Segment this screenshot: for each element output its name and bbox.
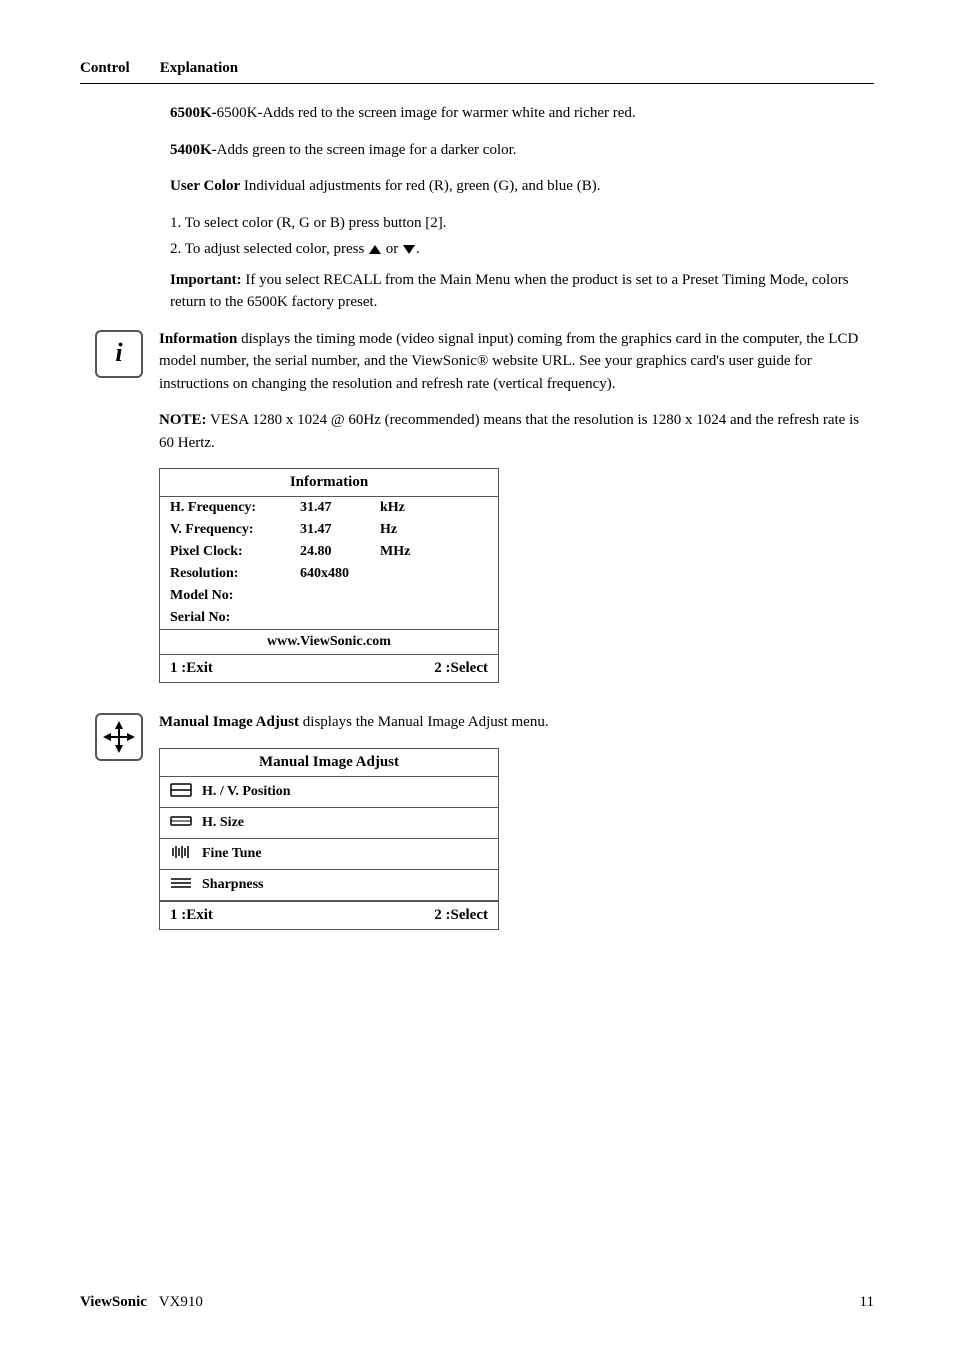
para-information: Information displays the timing mode (vi… xyxy=(159,328,874,396)
arrows-icon-box xyxy=(95,713,143,761)
footer-model: VX910 xyxy=(159,1294,203,1310)
text-information: displays the timing mode (video signal i… xyxy=(159,331,858,392)
four-arrows-icon xyxy=(101,719,137,755)
pixel-clock-label: Pixel Clock: xyxy=(160,541,290,563)
manual-image-adjust-section: Manual Image Adjust displays the Manual … xyxy=(95,711,874,944)
term-user-color: User Color xyxy=(170,178,240,194)
page-footer: ViewSonic VX910 11 xyxy=(80,1294,874,1311)
info-icon-box: i xyxy=(95,330,143,378)
footer-brand: ViewSonic xyxy=(80,1294,147,1310)
v-freq-value: 31.47 xyxy=(290,519,370,541)
list-item: Sharpness xyxy=(160,870,498,901)
svg-text:i: i xyxy=(115,338,123,365)
text-6500k: 6500K-Adds red to the screen image for w… xyxy=(217,105,636,121)
v-freq-unit: Hz xyxy=(370,519,498,541)
step-2: 2. To adjust selected color, press or . xyxy=(170,238,874,261)
para-user-color: User Color Individual adjustments for re… xyxy=(170,175,874,198)
step-2-or: or xyxy=(386,241,399,257)
table-header: Control Explanation xyxy=(80,60,874,84)
term-5400k: 5400K- xyxy=(170,142,217,158)
para-6500k: 6500K-6500K-Adds red to the screen image… xyxy=(170,102,874,125)
text-user-color: Individual adjustments for red (R), gree… xyxy=(240,178,600,194)
term-note: NOTE: xyxy=(159,412,207,428)
h-freq-label: H. Frequency: xyxy=(160,497,290,519)
table-row: V. Frequency: 31.47 Hz xyxy=(160,519,498,541)
sharpness-icon xyxy=(170,875,192,895)
text-note: VESA 1280 x 1024 @ 60Hz (recommended) me… xyxy=(159,412,859,451)
hv-position-label: H. / V. Position xyxy=(202,784,291,800)
fine-tune-label: Fine Tune xyxy=(202,846,262,862)
h-freq-unit: kHz xyxy=(370,497,498,519)
model-no-unit xyxy=(370,585,498,607)
manual-exit-row: 1 :Exit 2 :Select xyxy=(160,901,498,929)
pixel-clock-value: 24.80 xyxy=(290,541,370,563)
website-cell: www.ViewSonic.com xyxy=(160,630,498,655)
term-6500k: 6500K- xyxy=(170,105,217,121)
info-exit-row: 1 :Exit 2 :Select xyxy=(160,654,498,682)
para-note: NOTE: VESA 1280 x 1024 @ 60Hz (recommend… xyxy=(159,409,874,454)
list-item: H. / V. Position xyxy=(160,777,498,808)
serial-no-unit xyxy=(370,607,498,630)
info-table-title: Information xyxy=(160,469,498,497)
h-freq-value: 31.47 xyxy=(290,497,370,519)
manual-table-title: Manual Image Adjust xyxy=(160,749,498,777)
manual-exit-label: 1 :Exit xyxy=(160,902,329,929)
h-size-icon xyxy=(170,813,192,833)
info-icon: i xyxy=(109,337,129,371)
footer-brand-model: ViewSonic VX910 xyxy=(80,1294,203,1311)
model-no-value xyxy=(290,585,370,607)
website-row: www.ViewSonic.com xyxy=(160,630,498,655)
content-area: 6500K-6500K-Adds red to the screen image… xyxy=(80,102,874,944)
list-item: H. Size xyxy=(160,808,498,839)
info-select-label: 2 :Select xyxy=(329,655,498,682)
manual-select-label: 2 :Select xyxy=(329,902,498,929)
table-row: Serial No: xyxy=(160,607,498,630)
manual-content: Manual Image Adjust displays the Manual … xyxy=(159,711,874,944)
resolution-value: 640x480 xyxy=(290,563,370,585)
term-important: Important: xyxy=(170,272,242,288)
para-manual: Manual Image Adjust displays the Manual … xyxy=(159,711,874,734)
information-table: Information H. Frequency: 31.47 kHz V. F… xyxy=(159,468,499,683)
table-row: Model No: xyxy=(160,585,498,607)
info-exit-label: 1 :Exit xyxy=(160,655,329,682)
control-column-header: Control xyxy=(80,60,130,77)
text-5400k: Adds green to the screen image for a dar… xyxy=(217,142,517,158)
explanation-column-header: Explanation xyxy=(160,60,238,77)
serial-no-value xyxy=(290,607,370,630)
info-data-table: H. Frequency: 31.47 kHz V. Frequency: 31… xyxy=(160,497,498,654)
model-no-label: Model No: xyxy=(160,585,290,607)
manual-table: Manual Image Adjust H. / V. Position xyxy=(159,748,499,930)
term-manual: Manual Image Adjust xyxy=(159,714,299,730)
serial-no-label: Serial No: xyxy=(160,607,290,630)
information-section: i Information displays the timing mode (… xyxy=(95,328,874,698)
step-1: 1. To select color (R, G or B) press but… xyxy=(170,212,874,235)
triangle-down-icon xyxy=(403,245,415,254)
para-5400k: 5400K-Adds green to the screen image for… xyxy=(170,139,874,162)
table-row: Resolution: 640x480 xyxy=(160,563,498,585)
list-item: Fine Tune xyxy=(160,839,498,870)
term-information: Information xyxy=(159,331,237,347)
sharpness-label: Sharpness xyxy=(202,877,263,893)
text-manual: displays the Manual Image Adjust menu. xyxy=(299,714,549,730)
pixel-clock-unit: MHz xyxy=(370,541,498,563)
info-content: Information displays the timing mode (vi… xyxy=(159,328,874,698)
resolution-unit xyxy=(370,563,498,585)
resolution-label: Resolution: xyxy=(160,563,290,585)
v-freq-label: V. Frequency: xyxy=(160,519,290,541)
triangle-up-icon xyxy=(369,245,381,254)
footer-page-number: 11 xyxy=(860,1294,874,1311)
hv-position-icon xyxy=(170,782,192,802)
fine-tune-icon xyxy=(170,844,192,864)
text-important: If you select RECALL from the Main Menu … xyxy=(170,272,849,311)
h-size-label: H. Size xyxy=(202,815,244,831)
table-row: H. Frequency: 31.47 kHz xyxy=(160,497,498,519)
step-2-pre: 2. To adjust selected color, press xyxy=(170,241,364,257)
table-row: Pixel Clock: 24.80 MHz xyxy=(160,541,498,563)
para-important: Important: If you select RECALL from the… xyxy=(170,269,874,314)
